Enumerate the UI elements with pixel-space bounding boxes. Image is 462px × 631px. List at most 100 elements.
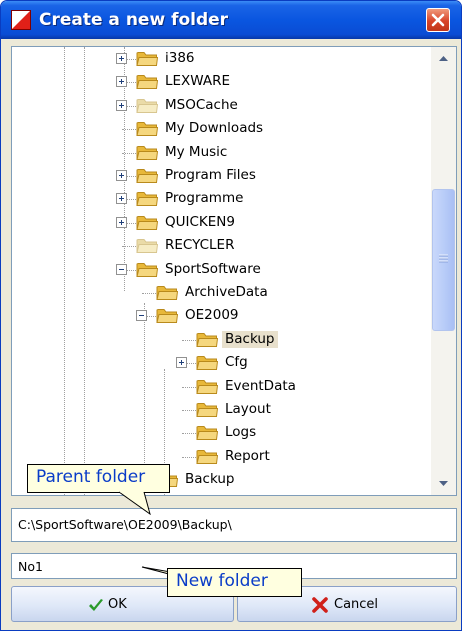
tree-connector: [182, 386, 196, 388]
tree-item[interactable]: Backup: [136, 469, 376, 491]
arrow-down-icon: [439, 481, 448, 486]
tree-item-label: Layout: [225, 401, 271, 417]
tree-item-label: LEXWARE: [165, 73, 231, 90]
folder-icon: [136, 73, 159, 90]
tree-item-label: Backup: [222, 330, 278, 348]
folder-icon: [196, 424, 219, 441]
tree-item-label: RECYCLER: [165, 237, 235, 254]
tree-item[interactable]: OE2009: [136, 305, 376, 327]
tree-item-label: i386: [165, 50, 195, 66]
new-folder-callout: New folder: [167, 568, 302, 597]
tree-item-label: MSOCache: [165, 96, 238, 113]
tree-item[interactable]: My Downloads: [116, 118, 356, 140]
folder-icon: [136, 144, 159, 161]
scroll-up-button[interactable]: [432, 48, 455, 69]
folder-icon: [156, 284, 179, 301]
folder-icon: [196, 401, 219, 418]
tree-item[interactable]: QUICKEN9: [116, 212, 356, 234]
expand-plus-icon[interactable]: [116, 99, 127, 111]
tree-item[interactable]: Cfg: [176, 352, 416, 374]
folder-tree-content: i386 LEXWARE MSOCache My Downloads My Music P…: [12, 47, 430, 495]
tree-item[interactable]: LEXWARE: [116, 71, 356, 93]
tree-item-label: ArchiveData: [185, 284, 268, 300]
tree-item-label: Cfg: [225, 354, 248, 371]
folder-icon: [196, 378, 219, 395]
tree-item-label: My Downloads: [165, 120, 264, 137]
tree-item-label: My Music: [165, 143, 228, 160]
tree-item[interactable]: SportSoftware: [116, 259, 356, 281]
scroll-down-button[interactable]: [432, 473, 455, 494]
tree-connector: [122, 129, 136, 131]
expand-plus-icon[interactable]: [116, 170, 127, 181]
tree-item[interactable]: Backup: [176, 329, 416, 351]
folder-icon: [136, 120, 159, 137]
tree-item[interactable]: My Music: [116, 142, 356, 164]
collapse-minus-icon[interactable]: [136, 310, 147, 322]
checkmark-icon: [89, 599, 103, 611]
ok-label: OK: [108, 597, 127, 612]
tree-guide-line: [84, 47, 85, 495]
folder-icon: [196, 331, 219, 348]
folder-icon: [136, 214, 159, 231]
close-button[interactable]: [426, 8, 450, 32]
tree-connector: [182, 456, 196, 458]
parent-callout-pointer: [118, 491, 151, 515]
folder-icon: [136, 261, 159, 278]
title-bar[interactable]: Create a new folder: [1, 1, 461, 39]
cancel-label: Cancel: [334, 597, 379, 612]
tree-item-label: Backup: [185, 471, 235, 488]
folder-icon: [196, 354, 219, 371]
tree-item-label: Report: [225, 447, 270, 464]
tree-item-label: QUICKEN9: [165, 213, 235, 230]
collapse-minus-icon[interactable]: [116, 263, 127, 275]
folder-icon: [136, 237, 159, 254]
folder-icon: [136, 190, 159, 207]
expand-plus-icon[interactable]: [176, 357, 187, 369]
folder-icon: [136, 50, 159, 67]
tree-item[interactable]: Report: [176, 446, 416, 468]
dialog-title: Create a new folder: [39, 10, 229, 30]
tree-item[interactable]: Programme: [116, 188, 356, 210]
tree-item[interactable]: RECYCLER: [116, 235, 356, 257]
tree-item[interactable]: Layout: [176, 399, 416, 421]
grip-icon: [439, 254, 448, 263]
folder-icon: [136, 167, 159, 184]
close-icon: [431, 13, 445, 27]
tree-item-label: SportSoftware: [165, 260, 261, 277]
parent-folder-path: C:\SportSoftware\OE2009\Backup\: [11, 508, 457, 542]
new-folder-callout-text: New folder: [176, 571, 268, 591]
arrow-up-icon: [439, 56, 448, 61]
tree-item[interactable]: EventData: [176, 376, 416, 398]
tree-item-label: Logs: [225, 424, 257, 441]
tree-connector: [122, 152, 136, 154]
folder-icon: [156, 307, 179, 324]
expand-plus-icon[interactable]: [116, 76, 127, 88]
tree-connector: [122, 246, 136, 248]
tree-item[interactable]: MSOCache: [116, 95, 356, 117]
vertical-scrollbar[interactable]: [431, 47, 456, 495]
tree-connector: [182, 410, 196, 411]
tree-item-label: Programme: [165, 190, 244, 207]
tree-connector: [182, 433, 196, 435]
folder-icon: [196, 448, 219, 465]
create-folder-dialog: Create a new folder i386 LEXWARE MSOCache M…: [0, 0, 462, 631]
tree-item[interactable]: ArchiveData: [136, 282, 376, 304]
parent-folder-callout: Parent folder: [27, 464, 170, 493]
folder-icon: [136, 97, 159, 114]
tree-item[interactable]: Logs: [176, 422, 416, 444]
scroll-thumb[interactable]: [432, 189, 455, 331]
app-flag-icon: [11, 10, 31, 30]
folder-tree: i386 LEXWARE MSOCache My Downloads My Music P…: [11, 46, 457, 496]
tree-connector: [182, 339, 196, 341]
tree-guide-line: [64, 47, 65, 495]
expand-plus-icon[interactable]: [116, 193, 127, 205]
tree-item-label: OE2009: [185, 307, 239, 324]
expand-plus-icon[interactable]: [116, 53, 127, 64]
tree-item[interactable]: Program Files: [116, 165, 356, 187]
tree-connector: [142, 293, 156, 294]
parent-folder-callout-text: Parent folder: [36, 467, 146, 487]
tree-item[interactable]: i386: [116, 48, 356, 70]
tree-item-label: Program Files: [165, 167, 256, 183]
tree-item-label: EventData: [225, 377, 296, 394]
expand-plus-icon[interactable]: [116, 216, 127, 228]
